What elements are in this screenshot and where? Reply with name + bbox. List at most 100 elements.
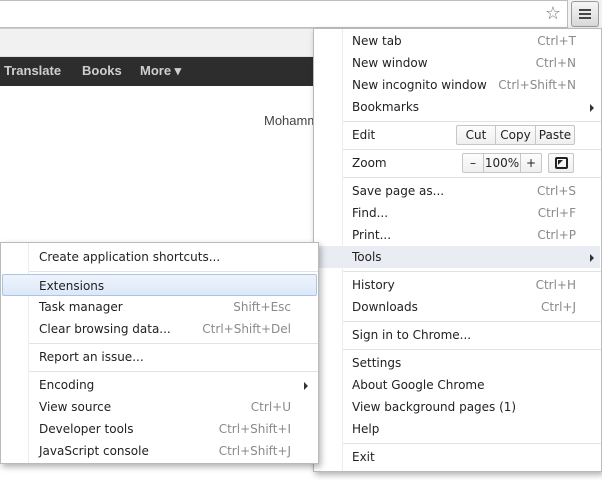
menu-item-history[interactable]: History Ctrl+H — [315, 274, 600, 296]
menu-hamburger-icon — [579, 9, 591, 11]
submenu-arrow-icon — [590, 254, 594, 262]
menu-item-label: Create application shortcuts... — [39, 250, 221, 264]
zoom-out-button[interactable]: – — [462, 153, 484, 173]
menu-item-label: Bookmarks — [352, 100, 420, 114]
menu-item-shortcut: Shift+Esc — [233, 300, 291, 314]
zoom-controls: – 100% + — [462, 153, 542, 173]
menu-item-print[interactable]: Print... Ctrl+P — [315, 224, 600, 246]
menu-separator — [343, 349, 601, 350]
tools-submenu: Create application shortcuts... Extensio… — [0, 242, 319, 464]
menu-item-save-page[interactable]: Save page as... Ctrl+S — [315, 180, 600, 202]
menu-separator — [29, 271, 318, 272]
menu-item-label: New incognito window — [352, 78, 487, 92]
chrome-menu-button[interactable] — [571, 1, 599, 27]
zoom-in-button[interactable]: + — [520, 153, 542, 173]
address-bar[interactable] — [0, 0, 568, 28]
menu-item-label: About Google Chrome — [352, 378, 485, 392]
menu-item-label: JavaScript console — [39, 444, 149, 458]
menu-item-new-tab[interactable]: New tab Ctrl+T — [315, 30, 600, 52]
menu-item-shortcut: Ctrl+Shift+N — [498, 78, 576, 92]
menu-item-label: New window — [352, 56, 428, 70]
menu-item-label: Developer tools — [39, 422, 134, 436]
menu-item-label: Task manager — [39, 300, 123, 314]
menu-item-label: Zoom — [352, 156, 387, 170]
bookmark-star-icon[interactable]: ☆ — [542, 3, 564, 25]
menu-item-label: Edit — [352, 128, 376, 142]
menu-item-label: Print... — [352, 228, 392, 242]
menu-item-bookmarks[interactable]: Bookmarks — [315, 96, 600, 118]
menu-item-shortcut: Ctrl+J — [541, 300, 576, 314]
menu-item-label: Save page as... — [352, 184, 445, 198]
menu-item-label: New tab — [352, 34, 402, 48]
menu-item-view-source[interactable]: View source Ctrl+U — [2, 396, 317, 418]
menu-item-shortcut: Ctrl+T — [537, 34, 576, 48]
edit-button-group: Cut Copy Paste — [456, 125, 575, 145]
menu-separator — [343, 149, 601, 150]
menu-item-label: View background pages (1) — [352, 400, 517, 414]
menu-item-help[interactable]: Help — [315, 418, 600, 440]
menu-item-label: Tools — [352, 250, 382, 264]
menu-item-tools[interactable]: Tools — [315, 246, 600, 268]
menu-item-shortcut: Ctrl+Shift+Del — [202, 322, 291, 336]
menu-item-background-pages[interactable]: View background pages (1) — [315, 396, 600, 418]
menu-item-shortcut: Ctrl+H — [535, 278, 576, 292]
menu-item-report-issue[interactable]: Report an issue... — [2, 346, 317, 368]
menu-separator — [343, 271, 601, 272]
menu-item-label: Encoding — [39, 378, 95, 392]
menu-item-extensions[interactable]: Extensions — [2, 274, 317, 296]
menu-separator — [29, 343, 318, 344]
menu-item-label: Exit — [352, 450, 375, 464]
nav-translate[interactable]: Translate — [4, 63, 61, 78]
menu-item-shortcut: Ctrl+S — [536, 184, 576, 198]
menu-item-label: View source — [39, 400, 112, 414]
menu-item-label: History — [352, 278, 395, 292]
cut-button[interactable]: Cut — [456, 125, 496, 145]
menu-item-js-console[interactable]: JavaScript console Ctrl+Shift+J — [2, 440, 317, 462]
menu-item-downloads[interactable]: Downloads Ctrl+J — [315, 296, 600, 318]
menu-item-shortcut: Ctrl+P — [537, 228, 576, 242]
menu-separator — [343, 321, 601, 322]
menu-separator — [343, 443, 601, 444]
menu-item-find[interactable]: Find... Ctrl+F — [315, 202, 600, 224]
fullscreen-button[interactable] — [548, 153, 574, 173]
menu-item-shortcut: Ctrl+U — [250, 400, 291, 414]
menu-item-label: Help — [352, 422, 380, 436]
submenu-arrow-icon — [304, 382, 308, 390]
menu-item-sign-in[interactable]: Sign in to Chrome... — [315, 324, 600, 346]
zoom-level: 100% — [483, 153, 521, 173]
menu-item-label: Sign in to Chrome... — [352, 328, 472, 342]
menu-item-shortcut: Ctrl+N — [535, 56, 576, 70]
menu-item-clear-data[interactable]: Clear browsing data... Ctrl+Shift+Del — [2, 318, 317, 340]
nav-books[interactable]: Books — [82, 63, 122, 78]
menu-item-encoding[interactable]: Encoding — [2, 374, 317, 396]
menu-item-about[interactable]: About Google Chrome — [315, 374, 600, 396]
menu-item-label: Extensions — [39, 279, 105, 293]
menu-hamburger-icon — [579, 17, 591, 19]
menu-separator — [343, 177, 601, 178]
nav-more[interactable]: More ▾ — [140, 63, 181, 79]
menu-item-new-incognito[interactable]: New incognito window Ctrl+Shift+N — [315, 74, 600, 96]
browser-toolbar: ☆ — [0, 0, 602, 29]
menu-item-shortcut: Ctrl+F — [537, 206, 576, 220]
menu-item-label: Downloads — [352, 300, 418, 314]
paste-button[interactable]: Paste — [535, 125, 575, 145]
menu-item-label: Clear browsing data... — [39, 322, 171, 336]
menu-separator — [343, 121, 601, 122]
menu-item-label: Settings — [352, 356, 402, 370]
menu-item-exit[interactable]: Exit — [315, 446, 600, 468]
menu-separator — [29, 371, 318, 372]
copy-button[interactable]: Copy — [495, 125, 536, 145]
menu-item-task-manager[interactable]: Task manager Shift+Esc — [2, 296, 317, 318]
menu-item-shortcut: Ctrl+Shift+J — [218, 444, 291, 458]
menu-hamburger-icon — [579, 13, 591, 15]
menu-item-dev-tools[interactable]: Developer tools Ctrl+Shift+I — [2, 418, 317, 440]
menu-item-create-shortcuts[interactable]: Create application shortcuts... — [2, 246, 317, 268]
user-name[interactable]: Mohamm — [264, 113, 318, 128]
menu-item-label: Find... — [352, 206, 389, 220]
menu-item-new-window[interactable]: New window Ctrl+N — [315, 52, 600, 74]
fullscreen-icon — [555, 157, 568, 169]
menu-item-label: Report an issue... — [39, 350, 144, 364]
menu-item-shortcut: Ctrl+Shift+I — [218, 422, 291, 436]
menu-item-settings[interactable]: Settings — [315, 352, 600, 374]
submenu-arrow-icon — [590, 104, 594, 112]
